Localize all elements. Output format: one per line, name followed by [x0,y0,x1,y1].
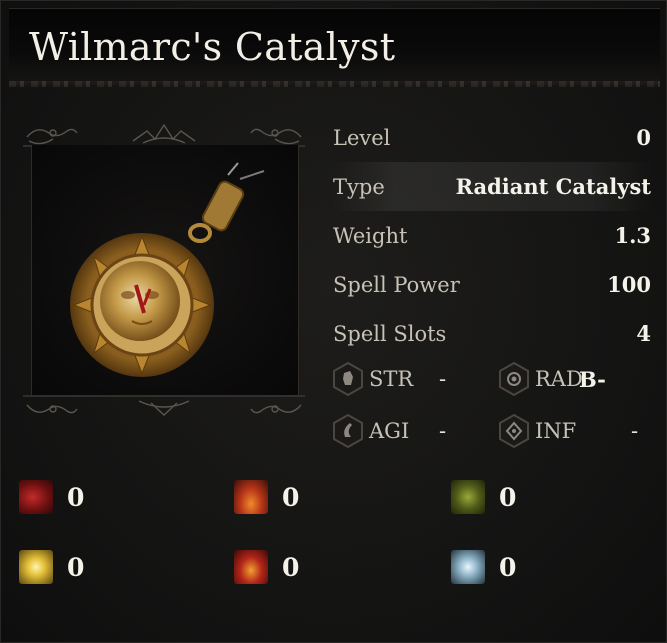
requirement-rad: RAD B- [497,359,606,399]
damage-affinities: 0 0 0 0 0 0 [1,471,667,601]
requirement-label: RAD [535,367,583,391]
requirement-str: STR - [331,359,446,399]
requirement-value: - [631,419,639,443]
stat-value: Radiant Catalyst [455,174,651,199]
affinity-radiant: 0 [19,547,84,587]
stat-value: 1.3 [614,223,651,248]
item-image-frame [31,145,299,395]
stats-list: Level 0 Type Radiant Catalyst Weight 1.3… [331,113,653,358]
requirement-value: B- [579,366,606,392]
requirement-value: - [439,419,447,443]
frost-damage-icon [451,550,485,584]
requirement-inf: INF - [497,411,638,451]
item-image-panel [23,121,305,421]
poison-damage-icon [451,480,485,514]
affinity-value: 0 [67,482,85,512]
bottom-ornament-icon [23,395,305,416]
stat-label: Level [333,125,391,150]
affinity-value: 0 [282,552,300,582]
stat-label: Spell Slots [333,321,447,346]
inferno-damage-icon [234,550,268,584]
stat-row-spell-power: Spell Power 100 [331,260,653,309]
stat-label: Weight [333,223,408,248]
affinity-value: 0 [67,552,85,582]
affinity-value: 0 [499,552,517,582]
item-name: Wilmarc's Catalyst [29,25,396,69]
stat-row-weight: Weight 1.3 [331,211,653,260]
stat-value: 0 [636,125,651,150]
agility-hex-icon [333,413,363,449]
catalyst-medallion-icon [70,162,265,377]
affinity-blood: 0 [19,477,84,517]
blood-damage-icon [19,480,53,514]
stat-value: 100 [607,272,651,297]
requirement-label: STR [369,367,414,391]
item-tooltip-panel: Wilmarc's Catalyst Level 0 Type Radiant … [0,0,667,643]
stat-label: Type [333,174,385,199]
requirement-value: - [439,367,447,391]
affinity-value: 0 [499,482,517,512]
affinity-inferno: 0 [234,547,299,587]
title-bar: Wilmarc's Catalyst [9,9,660,87]
strength-hex-icon [333,361,363,397]
inferno-hex-icon [499,413,529,449]
fire-damage-icon [234,480,268,514]
requirement-agi: AGI - [331,411,446,451]
stat-value: 4 [636,321,651,346]
affinity-fire: 0 [234,477,299,517]
stat-row-type: Type Radiant Catalyst [331,162,653,211]
requirement-label: INF [535,419,577,443]
affinity-frost: 0 [451,547,516,587]
stat-row-spell-slots: Spell Slots 4 [331,309,653,358]
stat-label: Spell Power [333,272,460,297]
radiance-hex-icon [499,361,529,397]
radiant-damage-icon [19,550,53,584]
stat-row-level: Level 0 [331,113,653,162]
affinity-poison: 0 [451,477,516,517]
affinity-value: 0 [282,482,300,512]
attribute-requirements: STR - RAD B- AGI - INF - [331,359,653,459]
requirement-label: AGI [369,419,410,443]
